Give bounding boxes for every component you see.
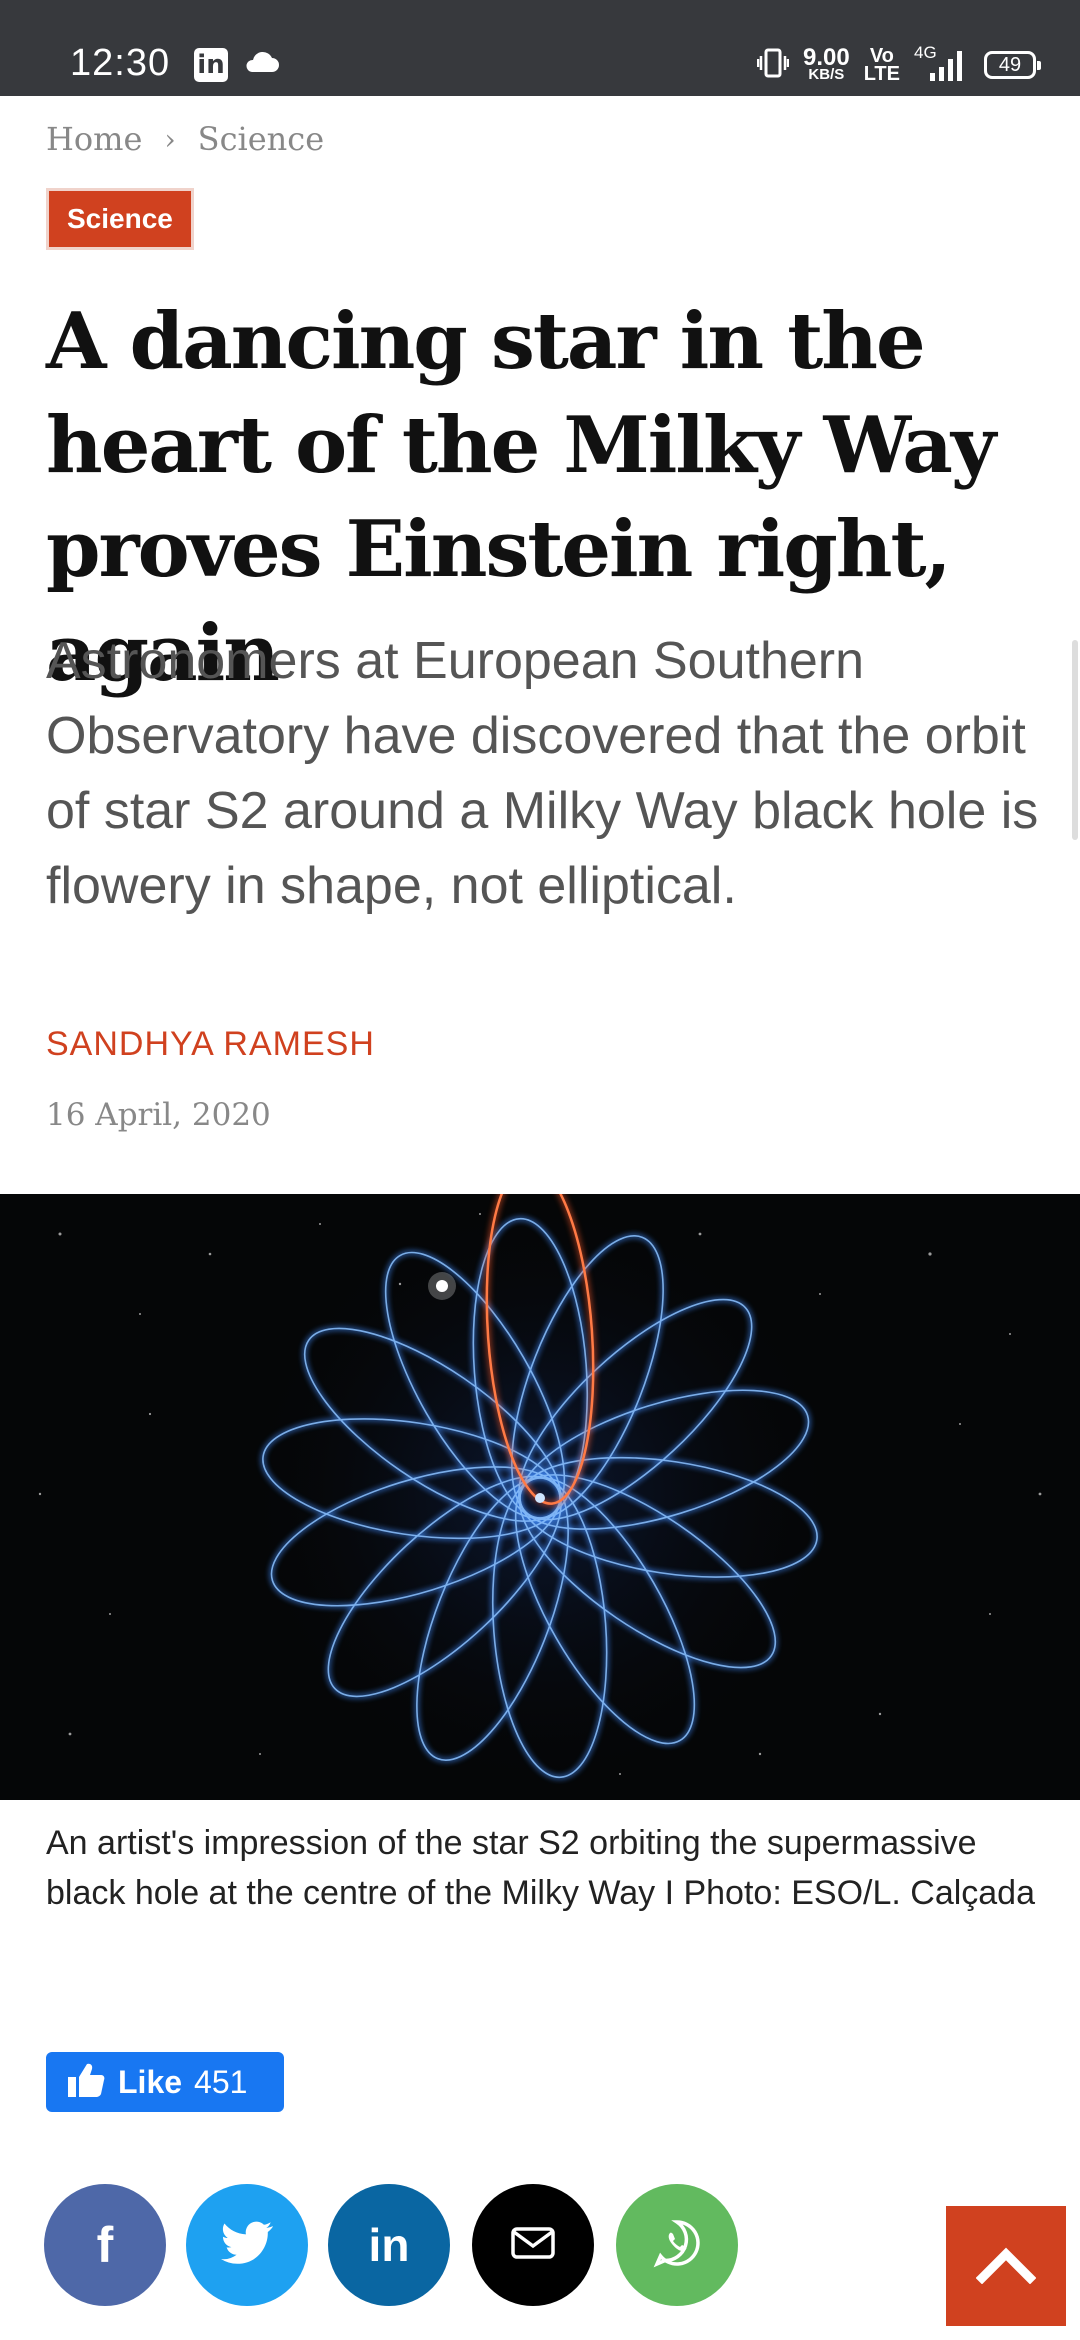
- volte-indicator: Vo LTE: [863, 45, 900, 85]
- breadcrumb-home[interactable]: Home: [46, 120, 142, 158]
- linkedin-share-button[interactable]: in: [328, 2184, 450, 2306]
- mail-icon: [510, 2226, 556, 2265]
- hero-image: [0, 1194, 1080, 1800]
- like-label: Like: [118, 2063, 183, 2100]
- image-caption: An artist's impression of the star S2 or…: [46, 1824, 1036, 1912]
- email-share-button[interactable]: [472, 2184, 594, 2306]
- like-count: 451: [194, 2063, 248, 2100]
- cloud-icon: [244, 50, 280, 79]
- facebook-share-button[interactable]: f: [44, 2184, 166, 2306]
- whatsapp-icon: [651, 2217, 703, 2274]
- status-bar: 12:30 in 9.00 KB/S Vo LTE 4G 49: [0, 0, 1080, 96]
- scroll-indicator: [1072, 640, 1078, 840]
- battery-icon: 49: [984, 51, 1041, 79]
- breadcrumb-science[interactable]: Science: [198, 120, 324, 158]
- chevron-right-icon: ›: [164, 122, 176, 156]
- thumbs-up-icon: [66, 2061, 106, 2104]
- network-speed: 9.00 KB/S: [802, 44, 850, 83]
- vibrate-icon: [756, 46, 790, 85]
- facebook-like-button[interactable]: Like 451: [46, 2052, 284, 2112]
- article-date: 16 April, 2020: [46, 1097, 271, 1133]
- category-badge[interactable]: Science: [46, 188, 194, 250]
- twitter-share-button[interactable]: [186, 2184, 308, 2306]
- scroll-to-top-button[interactable]: [946, 2206, 1066, 2326]
- breadcrumb: Home › Science: [46, 120, 324, 158]
- linkedin-icon: in: [194, 48, 228, 82]
- whatsapp-share-button[interactable]: [616, 2184, 738, 2306]
- article-subtitle: Astronomers at European Southern Observa…: [46, 632, 1039, 915]
- status-time: 12:30: [70, 42, 171, 84]
- twitter-icon: [221, 2221, 273, 2270]
- status-icons: 9.00 KB/S Vo LTE 4G 49: [756, 43, 1041, 86]
- article-author[interactable]: SANDHYA RAMESH: [46, 1025, 375, 1064]
- facebook-icon: f: [96, 2217, 114, 2273]
- signal-icon: 4G: [914, 43, 970, 83]
- chevron-up-icon: [975, 2244, 1037, 2289]
- linkedin-icon: in: [368, 2219, 410, 2271]
